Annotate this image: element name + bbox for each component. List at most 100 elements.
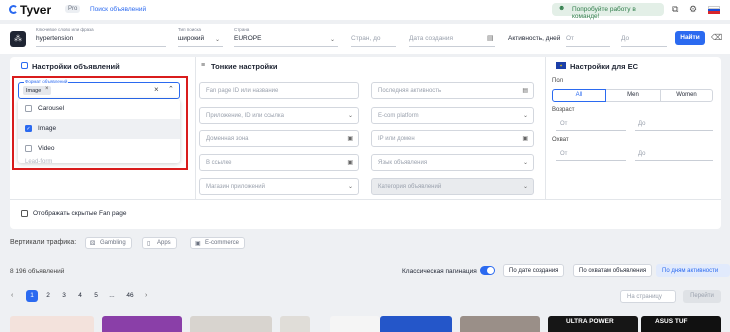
age-from-input[interactable]: От (560, 121, 567, 127)
chevron-down-icon[interactable]: ⌄ (523, 112, 528, 119)
match-type-select[interactable]: широкий (178, 35, 204, 42)
goto-page-button[interactable]: Перейти (683, 290, 721, 303)
chevron-down-icon[interactable]: ⌄ (523, 159, 528, 166)
checkbox-icon[interactable] (25, 105, 32, 112)
format-option-image[interactable]: ✓ Image (18, 119, 180, 139)
activity-from-input[interactable]: От (566, 35, 574, 42)
copy-icon[interactable]: ⧉ (672, 4, 678, 15)
goto-page-input[interactable]: На страницу (620, 290, 676, 303)
eu-flag-icon: ✦ (556, 62, 566, 69)
format-dropdown: Carousel ✓ Image Video (18, 99, 180, 163)
ad-thumbnail[interactable] (380, 316, 452, 332)
sort-by-activity-days[interactable]: По дням активности (656, 264, 730, 277)
page-button[interactable]: 4 (74, 290, 86, 302)
language-select[interactable]: Язык объявления ⌄ (371, 154, 534, 171)
chevron-down-icon[interactable]: ⌄ (348, 112, 353, 119)
vertical-apps[interactable]: ▯ Apps (142, 237, 177, 249)
ip-placeholder: IP или домен (378, 136, 415, 142)
sort-by-reach[interactable]: По охватам объявления (573, 264, 653, 277)
format-label: Формат объявлений (24, 79, 69, 84)
plan-badge: Pro (65, 5, 81, 13)
next-page-icon[interactable]: › (145, 292, 147, 299)
language-flag-icon[interactable] (708, 6, 720, 14)
clear-icon[interactable]: × (154, 85, 159, 94)
app-store-select[interactable]: Магазин приложений ⌄ (199, 178, 359, 195)
page-button[interactable]: 1 (26, 290, 38, 302)
ip-domain-input[interactable]: IP или домен ▣ (371, 130, 534, 147)
page-button[interactable]: 5 (90, 290, 102, 302)
vertical-ecommerce[interactable]: ▣ E-commerce (190, 237, 246, 249)
fan-page-input[interactable]: Fan page ID или название (199, 82, 359, 99)
checkbox-checked-icon[interactable]: ✓ (25, 125, 32, 132)
ad-thumbnail[interactable] (190, 316, 272, 332)
format-option-carousel[interactable]: Carousel (18, 99, 180, 119)
ad-thumbnail[interactable] (280, 316, 310, 332)
calendar-icon[interactable]: ▤ (487, 34, 494, 42)
info-icon[interactable]: ▣ (522, 135, 528, 142)
reach-from-input[interactable]: От (560, 151, 567, 157)
page-button[interactable]: 3 (58, 290, 70, 302)
app-input[interactable]: Приложение, ID или ссылка ⌄ (199, 107, 359, 124)
keyword-input[interactable]: hypertension (36, 35, 73, 42)
gear-icon[interactable]: ⚙ (689, 4, 697, 15)
domain-input[interactable]: Доменная зона ▣ (199, 130, 359, 147)
reach-label: Охват (552, 137, 569, 143)
ad-thumbnail[interactable] (10, 316, 94, 332)
created-date-input[interactable]: Дата создания (409, 35, 453, 42)
vertical-gambling[interactable]: ⚄ Gambling (85, 237, 132, 249)
ad-thumbnail[interactable]: ASUS TUF (641, 316, 721, 332)
link-input[interactable]: В ссылке ▣ (199, 154, 359, 171)
divider (10, 199, 721, 200)
keyword-label: Ключевое слово или фраза (36, 27, 94, 32)
match-type-underline (178, 46, 223, 47)
countries-limit-input[interactable]: Стран, до (351, 35, 381, 42)
age-to-input[interactable]: До (638, 121, 645, 127)
countries-underline (351, 46, 396, 47)
activity-to-input[interactable]: До (621, 35, 629, 42)
ad-thumbnail[interactable] (102, 316, 182, 332)
chevron-down-icon[interactable]: ⌄ (330, 36, 335, 43)
nav-link-ads-search[interactable]: Поиск объявлений (90, 6, 146, 13)
app-logo[interactable]: Tyver (20, 3, 51, 17)
results-count: 8 196 объявлений (10, 268, 65, 275)
option-label: Video (38, 145, 55, 152)
country-select[interactable]: EUROPE (234, 35, 261, 42)
sort-by-date[interactable]: По дате создания (503, 264, 565, 277)
info-icon[interactable]: ▣ (347, 159, 353, 166)
clear-search-icon[interactable]: ⌫ (711, 33, 722, 42)
chevron-down-icon[interactable]: ⌄ (348, 183, 353, 190)
format-option-video[interactable]: Video (18, 139, 180, 159)
calendar-icon[interactable]: ▤ (522, 87, 528, 94)
activity-to-underline (621, 46, 667, 47)
age-label: Возраст (552, 107, 575, 113)
logo-icon (9, 5, 18, 14)
show-hidden-checkbox[interactable] (21, 210, 28, 217)
team-trial-button[interactable]: Попробуйте работу в команде! (552, 3, 664, 20)
search-button[interactable]: Найти (675, 31, 705, 45)
option-label: Image (38, 125, 57, 132)
chevron-up-icon[interactable]: ⌃ (168, 85, 174, 93)
lead-form-select[interactable]: Lead-form (25, 159, 52, 165)
prev-page-icon[interactable]: ‹ (11, 292, 13, 299)
chevron-down-icon[interactable]: ⌄ (215, 36, 220, 43)
reach-to-input[interactable]: До (638, 151, 645, 157)
page-button[interactable]: 2 (42, 290, 54, 302)
chevron-down-icon[interactable]: ⌄ (523, 183, 528, 190)
checkbox-icon[interactable] (25, 145, 32, 152)
category-select[interactable]: Категория объявлений ⌄ (371, 178, 534, 195)
fan-page-placeholder: Fan page ID или название (206, 88, 279, 94)
gender-all-button[interactable]: All (552, 89, 606, 102)
gender-men-button[interactable]: Men (606, 89, 661, 102)
ad-thumbnail[interactable] (460, 316, 540, 332)
reach-from-underline (556, 160, 626, 161)
gender-women-button[interactable]: Women (661, 89, 713, 102)
pagination-toggle[interactable] (480, 266, 495, 275)
ad-thumbnail[interactable]: ULTRA POWER (548, 316, 638, 332)
ad-thumbnail[interactable] (330, 316, 380, 332)
last-activity-input[interactable]: Последняя активность ▤ (371, 82, 534, 99)
info-icon[interactable]: ▣ (347, 135, 353, 142)
page-button[interactable]: 46 (124, 290, 136, 302)
ecom-platform-select[interactable]: E-com platform ⌄ (371, 107, 534, 124)
category-placeholder: Категория объявлений (378, 184, 442, 190)
chip-remove-icon[interactable]: × (45, 86, 49, 92)
